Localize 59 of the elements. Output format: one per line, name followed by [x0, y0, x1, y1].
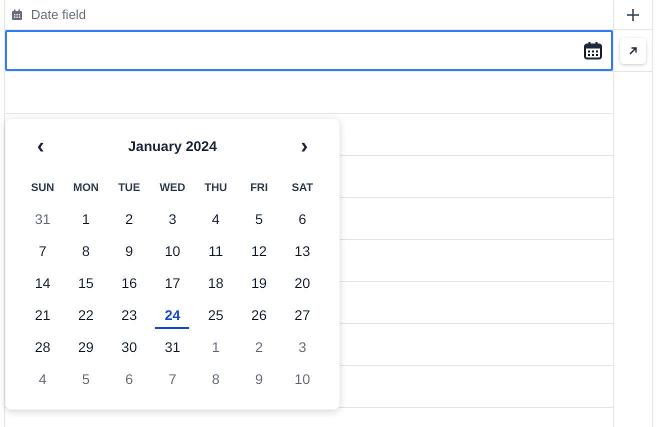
calendar-day[interactable]: 26	[250, 308, 268, 322]
calendar-day[interactable]: 1	[210, 340, 221, 354]
calendar-day[interactable]: 9	[124, 244, 134, 258]
expand-button[interactable]	[620, 38, 646, 64]
weekday-label: SAT	[290, 180, 314, 196]
calendar-day[interactable]: 22	[77, 308, 95, 322]
calendar-day[interactable]: 4	[38, 372, 48, 386]
calendar-day[interactable]: 20	[294, 276, 312, 290]
calendar-icon[interactable]	[583, 40, 603, 60]
calendar-day[interactable]: 15	[77, 276, 95, 290]
weekday-label: WED	[158, 180, 186, 196]
calendar-day[interactable]: 10	[164, 244, 182, 258]
calendar-day[interactable]: 30	[120, 340, 138, 354]
calendar-day[interactable]: 13	[294, 244, 312, 258]
weekday-label: THU	[203, 180, 228, 196]
month-title: January 2024	[128, 136, 217, 156]
weekday-label: TUE	[117, 180, 142, 196]
calendar-day[interactable]: 16	[120, 276, 138, 290]
calendar-day[interactable]: 27	[294, 308, 312, 322]
calendar-day[interactable]: 8	[81, 244, 91, 258]
calendar-day[interactable]: 31	[34, 212, 52, 226]
calendar-day[interactable]: 7	[168, 372, 178, 386]
calendar-day[interactable]: 8	[210, 372, 221, 386]
calendar-day[interactable]: 5	[81, 372, 91, 386]
calendar-day[interactable]: 9	[254, 372, 264, 386]
calendar-day[interactable]: 6	[297, 212, 308, 226]
calendar-day[interactable]: 3	[168, 212, 178, 226]
calendar-day[interactable]: 2	[254, 340, 264, 354]
weekday-label: SUN	[30, 180, 56, 196]
weekday-label: FRI	[249, 180, 269, 196]
calendar-day[interactable]: 14	[34, 276, 52, 290]
calendar-day[interactable]: 31	[164, 340, 182, 354]
calendar-day[interactable]: 12	[250, 244, 268, 258]
calendar-day[interactable]: 29	[77, 340, 95, 354]
date-input-field[interactable]	[5, 30, 613, 71]
calendar-day[interactable]: 23	[120, 308, 138, 322]
today-day[interactable]: 24	[155, 308, 190, 328]
calendar-icon	[11, 8, 23, 20]
calendar-day[interactable]: 19	[250, 276, 268, 290]
previous-month-button[interactable]: ‹	[37, 135, 44, 157]
column-title: Date field	[31, 6, 86, 24]
add-icon[interactable]	[627, 8, 639, 20]
calendar-day[interactable]: 21	[34, 308, 52, 322]
next-month-button[interactable]: ›	[300, 135, 308, 157]
calendar-day[interactable]: 28	[34, 340, 52, 354]
calendar-day[interactable]: 17	[164, 276, 182, 290]
calendar-day[interactable]: 5	[254, 212, 264, 226]
weekday-label: MON	[72, 180, 100, 196]
calendar-day[interactable]: 1	[81, 212, 91, 226]
calendar-day[interactable]: 3	[297, 340, 308, 354]
calendar-day[interactable]: 25	[206, 308, 225, 322]
arrow-icon	[628, 46, 638, 56]
calendar-day[interactable]: 11	[208, 244, 224, 258]
calendar-day[interactable]: 10	[294, 372, 312, 386]
calendar-day[interactable]: 4	[210, 212, 221, 226]
calendar-day[interactable]: 18	[206, 276, 225, 290]
calendar-day[interactable]: 2	[124, 212, 134, 226]
calendar-day[interactable]: 6	[124, 372, 134, 386]
calendar-day[interactable]: 7	[38, 244, 48, 258]
